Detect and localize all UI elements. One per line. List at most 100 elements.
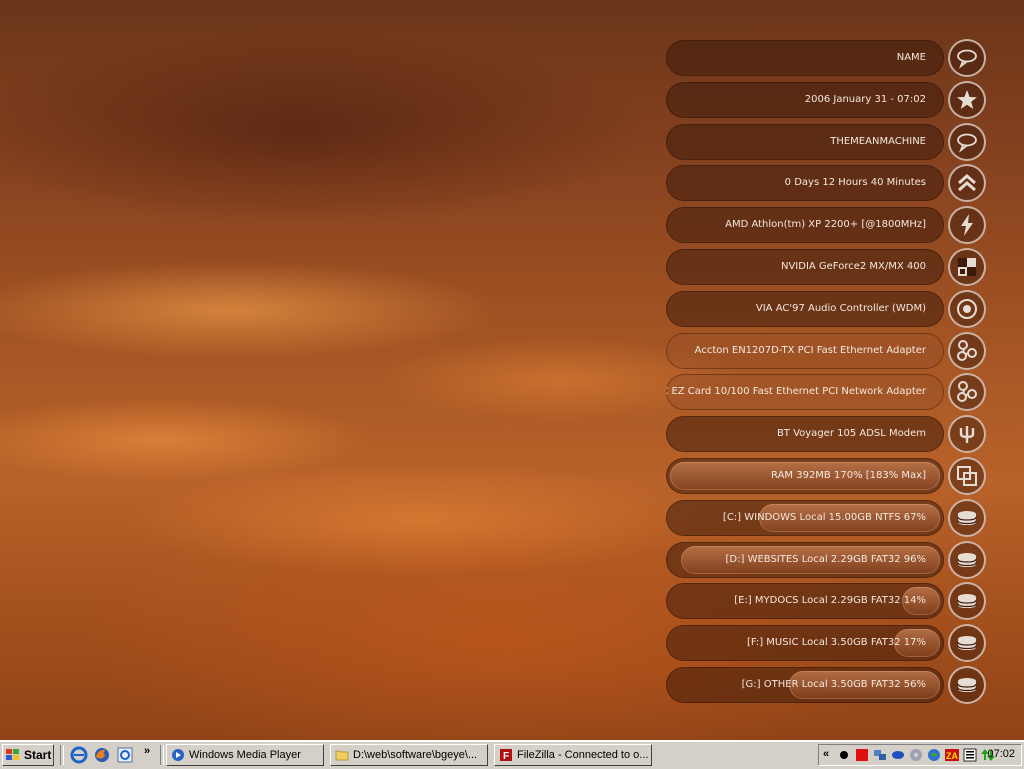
- widget-pill: BT Voyager 105 ADSL Modem: [666, 416, 944, 453]
- widget-icon-button[interactable]: [948, 122, 986, 161]
- quick-launch-overflow[interactable]: »: [144, 745, 150, 757]
- disk-stack-icon: [957, 594, 977, 609]
- widget-icon-button[interactable]: [948, 666, 986, 704]
- widget-pill: SMC EZ Card 10/100 Fast Ethernet PCI Net…: [666, 374, 944, 411]
- network-icon[interactable]: [873, 748, 887, 762]
- taskbar-separator: [160, 745, 164, 765]
- tray-expand-button[interactable]: «: [823, 748, 829, 760]
- widget-pill: RAM 392MB 170% [183% Max]: [666, 458, 944, 494]
- widget-icon-button[interactable]: [948, 80, 986, 119]
- widget-label: VIA AC'97 Audio Controller (WDM): [755, 302, 926, 314]
- firefox-icon[interactable]: [93, 746, 111, 764]
- widget-label: [F:] MUSIC Local 3.50GB FAT32 17%: [746, 637, 926, 649]
- widget-label: AMD Athlon(tm) XP 2200+ [@1800MHz]: [725, 219, 926, 231]
- widget-row: NAME: [666, 39, 988, 77]
- widget-row: [C:] WINDOWS Local 15.00GB NTFS 67%: [666, 498, 988, 537]
- start-label: Start: [24, 748, 52, 762]
- double-chevron-up-icon: [958, 174, 976, 192]
- trident-icon: [959, 426, 975, 444]
- widget-pill: 2006 January 31 - 07:02: [666, 81, 944, 118]
- widget-icon-button[interactable]: [948, 331, 986, 370]
- widget-row: THEMEANMACHINE: [666, 122, 988, 161]
- black-dot-icon[interactable]: [837, 748, 851, 762]
- widget-row: [F:] MUSIC Local 3.50GB FAT32 17%: [666, 624, 988, 663]
- disk-stack-icon: [957, 636, 977, 651]
- network-nodes-icon: [957, 339, 977, 361]
- ie-edit-icon[interactable]: [116, 746, 134, 764]
- widget-label: [G:] OTHER Local 3.50GB FAT32 56%: [741, 679, 926, 690]
- widget-label: [D:] WEBSITES Local 2.29GB FAT32 96%: [725, 553, 926, 565]
- widget-row: 2006 January 31 - 07:02: [666, 80, 988, 119]
- red-square-icon[interactable]: [855, 748, 869, 762]
- desktop-wallpaper: NAME 2006 January 31 - 07:02 THEMEANMACHIN…: [0, 0, 1024, 740]
- widget-row: RAM 392MB 170% [183% Max]: [666, 457, 988, 495]
- zonealarm-icon[interactable]: ZA: [945, 748, 959, 762]
- widget-pill: [F:] MUSIC Local 3.50GB FAT32 17%: [666, 625, 944, 662]
- widget-icon-button[interactable]: [948, 540, 986, 579]
- clock[interactable]: 07:02: [987, 748, 1015, 760]
- widget-pill: 0 Days 12 Hours 40 Minutes: [666, 165, 944, 202]
- globe-icon[interactable]: [927, 748, 941, 762]
- widget-icon-button[interactable]: [948, 39, 986, 77]
- widget-label: NVIDIA GeForce2 MX/MX 400: [780, 261, 926, 272]
- widget-icon-button[interactable]: [948, 248, 986, 286]
- widget-icon-button[interactable]: [948, 498, 986, 537]
- widget-pill: NAME: [666, 40, 944, 76]
- folder-icon: [335, 750, 349, 761]
- widget-icon-button[interactable]: [948, 582, 986, 621]
- memory-squares-icon: [957, 466, 977, 486]
- widget-row: AMD Athlon(tm) XP 2200+ [@1800MHz]: [666, 206, 988, 245]
- widget-pill: Accton EN1207D-TX PCI Fast Ethernet Adap…: [666, 332, 944, 369]
- widget-icon-button[interactable]: [948, 164, 986, 203]
- widget-label: [C:] WINDOWS Local 15.00GB NTFS 67%: [722, 511, 926, 523]
- system-tray: « ZA 07:02: [818, 744, 1022, 766]
- svg-text:F: F: [503, 751, 509, 762]
- widget-label: [E:] MYDOCS Local 2.29GB FAT32 14%: [734, 595, 926, 607]
- task-explorer-folder[interactable]: D:\web\software\bgeye\...: [330, 744, 488, 766]
- widget-row: SMC EZ Card 10/100 Fast Ethernet PCI Net…: [666, 373, 988, 412]
- disk-stack-icon: [957, 552, 977, 567]
- network-nodes-icon: [957, 381, 977, 403]
- widget-pill: [C:] WINDOWS Local 15.00GB NTFS 67%: [666, 499, 944, 536]
- widget-icon-button[interactable]: [948, 373, 986, 412]
- widget-row: [D:] WEBSITES Local 2.29GB FAT32 96%: [666, 540, 988, 579]
- widget-label: 0 Days 12 Hours 40 Minutes: [784, 177, 926, 189]
- widget-row: VIA AC'97 Audio Controller (WDM): [666, 289, 988, 328]
- ie-icon[interactable]: [70, 746, 88, 764]
- widget-row: BT Voyager 105 ADSL Modem: [666, 415, 988, 454]
- widget-icon-button[interactable]: [948, 206, 986, 245]
- list-icon[interactable]: [963, 748, 977, 762]
- widget-icon-button[interactable]: [948, 624, 986, 663]
- disk-stack-icon: [957, 510, 977, 525]
- speaker-icon: [957, 298, 977, 319]
- widget-label: THEMEANMACHINE: [830, 135, 926, 147]
- widget-icon-button[interactable]: [948, 415, 986, 454]
- filezilla-icon: F: [500, 749, 512, 762]
- task-label: FileZilla - Connected to o...: [517, 749, 649, 761]
- widget-pill: VIA AC'97 Audio Controller (WDM): [666, 290, 944, 327]
- task-label: D:\web\software\bgeye\...: [353, 749, 478, 761]
- widget-label: Accton EN1207D-TX PCI Fast Ethernet Adap…: [694, 344, 926, 356]
- widget-row: [E:] MYDOCS Local 2.29GB FAT32 14%: [666, 582, 988, 621]
- start-button[interactable]: Start: [2, 744, 54, 766]
- widget-label: 2006 January 31 - 07:02: [804, 93, 926, 105]
- widget-pill: [E:] MYDOCS Local 2.29GB FAT32 14%: [666, 583, 944, 620]
- disc-icon[interactable]: [909, 748, 923, 762]
- task-filezilla[interactable]: F FileZilla - Connected to o...: [494, 744, 652, 766]
- widget-label: SMC EZ Card 10/100 Fast Ethernet PCI Net…: [666, 386, 926, 398]
- taskbar-separator: [60, 745, 64, 765]
- widget-icon-button[interactable]: [948, 457, 986, 495]
- star-icon: [957, 89, 977, 109]
- widget-icon-button[interactable]: [948, 289, 986, 328]
- lightning-icon: [961, 214, 973, 237]
- widget-row: 0 Days 12 Hours 40 Minutes: [666, 164, 988, 203]
- task-label: Windows Media Player: [189, 749, 301, 761]
- windows-logo-icon: [6, 749, 19, 760]
- widget-pill: THEMEANMACHINE: [666, 123, 944, 160]
- svg-text:ZA: ZA: [946, 751, 958, 761]
- disk-stack-icon: [957, 678, 977, 692]
- task-windows-media-player[interactable]: Windows Media Player: [166, 744, 324, 766]
- media-player-icon: [172, 749, 184, 761]
- blue-oval-icon[interactable]: [891, 748, 905, 762]
- widget-label: RAM 392MB 170% [183% Max]: [771, 470, 926, 481]
